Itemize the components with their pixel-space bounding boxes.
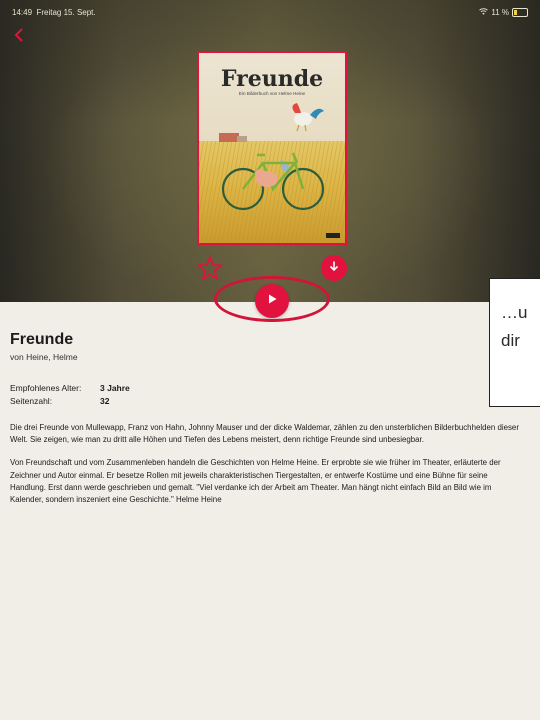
- star-outline-icon[interactable]: [197, 255, 223, 281]
- chevron-left-icon[interactable]: [12, 27, 28, 43]
- status-time-date: 14:49 Freitag 15. Sept.: [12, 8, 96, 17]
- book-details: Freunde von Heine, Helme Empfohlenes Alt…: [10, 330, 530, 506]
- hero-header: 14:49 Freitag 15. Sept. 11 % Freunde Ein…: [0, 0, 540, 302]
- book-meta: Empfohlenes Alter: 3 Jahre Seitenzahl: 3…: [10, 382, 530, 408]
- wifi-icon: [479, 8, 489, 17]
- play-button[interactable]: [255, 284, 289, 318]
- description-paragraph-1: Die drei Freunde von Mullewapp, Franz vo…: [10, 423, 519, 445]
- status-time: 14:49: [12, 8, 33, 17]
- status-date: Freitag 15. Sept.: [36, 8, 96, 17]
- battery-icon: [512, 8, 528, 17]
- battery-percent: 11 %: [491, 8, 509, 17]
- callout-box: …u dir: [489, 278, 540, 407]
- book-title: Freunde: [10, 331, 74, 348]
- age-label: Empfohlenes Alter:: [10, 383, 82, 393]
- download-button[interactable]: [321, 255, 347, 281]
- pages-label: Seitenzahl:: [10, 396, 53, 406]
- description-paragraph-2: Von Freundschaft und vom Zusammenleben h…: [10, 458, 501, 505]
- pages-value: 32: [100, 396, 110, 406]
- publisher-logo: [326, 233, 340, 238]
- play-icon: [266, 292, 278, 310]
- meta-pages-row: Seitenzahl: 32: [10, 395, 530, 408]
- age-value: 3 Jahre: [100, 383, 130, 393]
- cover-illustration: [221, 103, 325, 211]
- book-cover: Freunde Ein Bilderbuch von Helme Heine: [197, 51, 347, 245]
- book-author: von Heine, Helme: [10, 352, 78, 362]
- arrow-down-icon: [328, 259, 340, 277]
- status-right: 11 %: [479, 8, 528, 17]
- status-bar: 14:49 Freitag 15. Sept. 11 %: [0, 0, 540, 20]
- meta-age-row: Empfohlenes Alter: 3 Jahre: [10, 382, 530, 395]
